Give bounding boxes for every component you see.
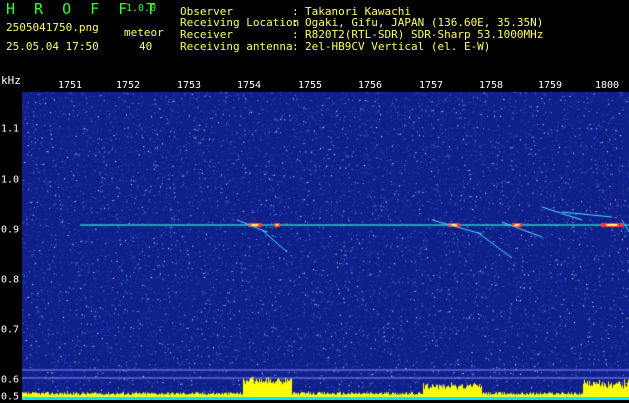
time-tick-label: 1755 [297, 80, 323, 91]
freq-tick-label: 1.0 [1, 174, 20, 186]
info-antenna-value: 2el-HB9CV Vertical (el. E-W) [305, 40, 491, 53]
date-time: 25.05.04 17:50 [6, 40, 99, 53]
freq-tick-label: 0.9 [1, 224, 20, 236]
info-receiver-value: R820T2(RTL-SDR) SDR-Sharp 53.1000MHz [305, 28, 544, 41]
info-receiver-label: Receiver [180, 28, 233, 41]
freq-tick-label: 0.5 [1, 391, 20, 403]
time-tick-label: 1758 [478, 80, 504, 91]
info-antenna-label: Receiving antenna [180, 40, 293, 53]
info-location-colon: : [292, 16, 299, 29]
freq-tick-label: 0.8 [1, 274, 20, 286]
time-tick-label: 1751 [57, 80, 83, 91]
time-tick-label: 1752 [115, 80, 141, 91]
meteor-label: meteor [124, 26, 164, 39]
time-tick-label: 1754 [236, 80, 262, 91]
info-location-label: Receiving Location [180, 16, 300, 29]
info-receiver-colon: : [292, 28, 299, 41]
freq-tick-label: 0.7 [1, 324, 20, 336]
info-antenna-colon: : [292, 40, 299, 53]
freq-tick-label: 0.6 [1, 374, 20, 386]
freq-tick-label: 1.1 [1, 123, 20, 135]
unit-label: kHz [1, 74, 21, 87]
time-tick-label: 1756 [357, 80, 383, 91]
time-tick-label: 1753 [176, 80, 202, 91]
time-tick-label: 1759 [537, 80, 563, 91]
time-tick-label: 1800 [594, 80, 620, 91]
meteor-count: 40 [139, 40, 153, 53]
time-tick-label: 1757 [418, 80, 444, 91]
spectrogram [22, 92, 629, 400]
file-name: 2505041750.png [6, 21, 99, 34]
info-location-value: Ogaki, Gifu, JAPAN (136.60E, 35.35N) [305, 16, 544, 29]
app-version: 1.0.0 [126, 3, 157, 14]
